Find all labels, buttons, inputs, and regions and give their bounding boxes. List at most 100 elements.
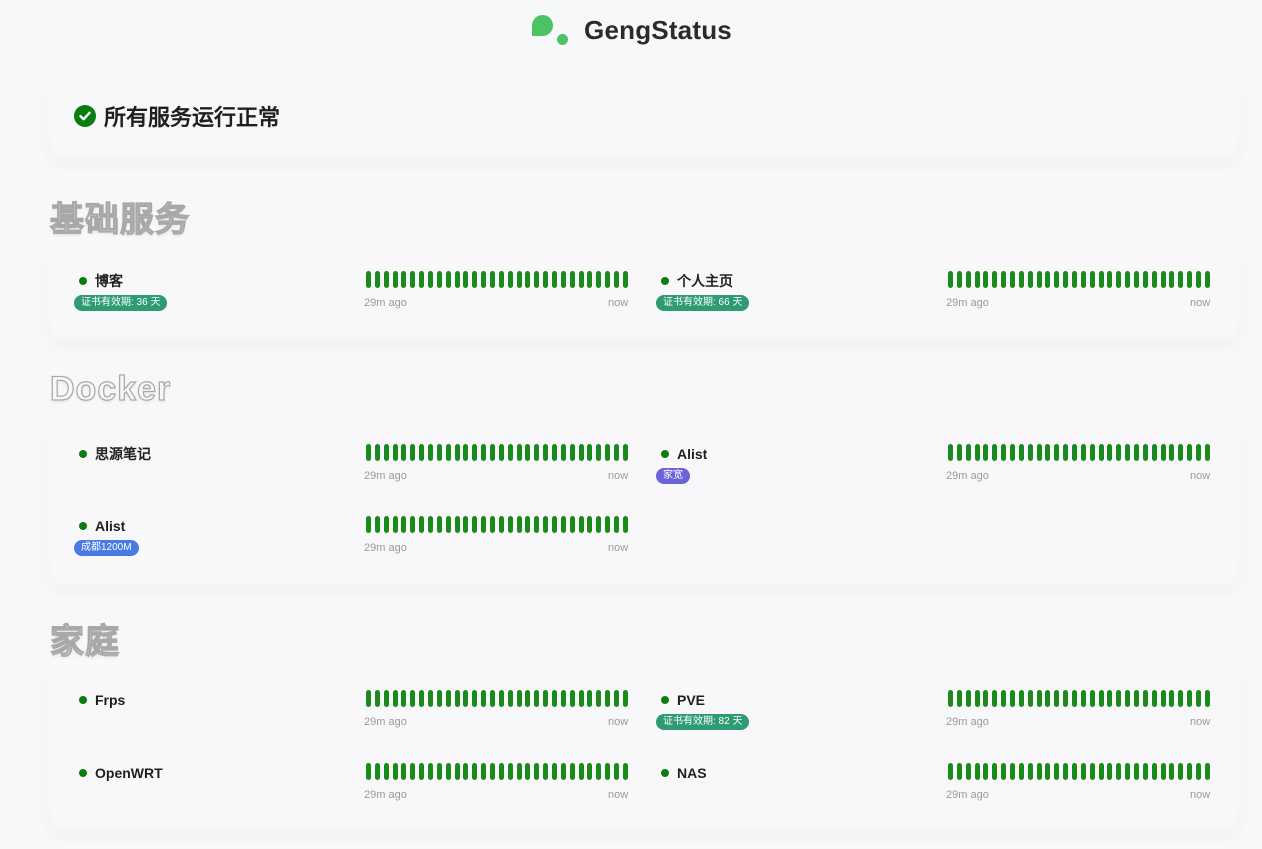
- heartbeat-beat: [1098, 444, 1104, 461]
- heartbeat-beat: [1072, 763, 1078, 780]
- heartbeat-beat: [419, 444, 425, 461]
- heartbeat-beat: [605, 690, 611, 707]
- header: GengStatus: [0, 0, 1262, 60]
- time-end: now: [608, 297, 629, 309]
- heartbeat-beat: [392, 516, 398, 533]
- heartbeat-beat: [374, 271, 380, 288]
- heartbeat-beat: [401, 763, 407, 780]
- heartbeat-beat: [1169, 444, 1175, 461]
- heartbeat-beat: [1204, 690, 1210, 707]
- heartbeat-beat: [596, 444, 602, 461]
- heartbeat-beat: [605, 271, 611, 288]
- heartbeat-beat: [956, 271, 962, 288]
- brand-title: GengStatus: [584, 14, 732, 45]
- heartbeat-beat: [992, 763, 998, 780]
- heartbeat-bar: [948, 271, 1210, 289]
- monitor-item[interactable]: Frps 29m ago now: [52, 690, 628, 750]
- heartbeat-beat: [401, 690, 407, 707]
- heartbeat-beat: [498, 690, 504, 707]
- heartbeat-beat: [436, 516, 442, 533]
- heartbeat-beat: [534, 271, 540, 288]
- heartbeat-beat: [366, 444, 371, 461]
- heartbeat-beat: [1063, 690, 1069, 707]
- monitor-item[interactable]: PVE 证书有效期: 82 天 29m ago now: [634, 690, 1210, 750]
- monitor-item[interactable]: Alist 家宽 29m ago now: [634, 444, 1210, 504]
- heartbeat-beat: [472, 763, 478, 780]
- status-dot-icon: [79, 277, 87, 285]
- heartbeat-beat: [965, 444, 971, 461]
- heartbeat-beat: [401, 444, 407, 461]
- heartbeat-beat: [1187, 271, 1193, 288]
- heartbeat-beat: [1018, 271, 1024, 288]
- heartbeat-beat: [445, 516, 451, 533]
- heartbeat-beat: [490, 271, 496, 288]
- heartbeat-beat: [401, 516, 407, 533]
- time-start: 29m ago: [364, 789, 407, 801]
- heartbeat-beat: [436, 763, 442, 780]
- heartbeat-beat: [983, 444, 989, 461]
- heartbeat-beat: [1142, 444, 1148, 461]
- monitor-tag: 证书有效期: 66 天: [656, 295, 750, 311]
- heartbeat-beat: [366, 690, 371, 707]
- heartbeat-beat: [410, 690, 416, 707]
- heartbeat-beat: [560, 271, 566, 288]
- heartbeat-beat: [516, 516, 522, 533]
- monitor-name: 博客: [95, 273, 123, 289]
- heartbeat-beat: [587, 444, 593, 461]
- time-end: now: [1190, 297, 1211, 309]
- heartbeat-beat: [516, 444, 522, 461]
- heartbeat-beat: [498, 271, 504, 288]
- heartbeat-bar: [948, 690, 1210, 708]
- time-start: 29m ago: [946, 470, 989, 482]
- heartbeat-beat: [974, 763, 980, 780]
- monitor-item[interactable]: 个人主页 证书有效期: 66 天 29m ago now: [634, 271, 1210, 331]
- heartbeat-beat: [622, 690, 628, 707]
- heartbeat-beat: [454, 271, 460, 288]
- heartbeat-beat: [392, 444, 398, 461]
- heartbeat-beat: [472, 444, 478, 461]
- heartbeat-beat: [1054, 444, 1060, 461]
- heartbeat-beat: [1089, 763, 1095, 780]
- status-dot-icon: [661, 450, 669, 458]
- heartbeat-beat: [490, 444, 496, 461]
- heartbeat-beat: [587, 516, 593, 533]
- heartbeat-beat: [490, 763, 496, 780]
- heartbeat-beat: [992, 444, 998, 461]
- heartbeat-beat: [569, 516, 575, 533]
- time-end: now: [608, 789, 629, 801]
- monitor-item[interactable]: NAS 29m ago now: [634, 763, 1210, 823]
- heartbeat-beat: [1045, 271, 1051, 288]
- heartbeat-beat: [374, 516, 380, 533]
- heartbeat-beat: [463, 516, 469, 533]
- heartbeat-beat: [481, 444, 487, 461]
- heartbeat-beat: [578, 690, 584, 707]
- monitor-item[interactable]: 思源笔记 29m ago now: [52, 444, 628, 504]
- heartbeat-beat: [1072, 271, 1078, 288]
- heartbeat-beat: [569, 444, 575, 461]
- time-end: now: [1190, 789, 1211, 801]
- heartbeat-beat: [983, 763, 989, 780]
- heartbeat-beat: [1160, 763, 1166, 780]
- heartbeat-beat: [543, 690, 549, 707]
- group-title: Docker: [49, 369, 172, 408]
- heartbeat-beat: [1196, 690, 1202, 707]
- monitor-item[interactable]: OpenWRT 29m ago now: [52, 763, 628, 823]
- heartbeat-beat: [1098, 690, 1104, 707]
- heartbeat-beat: [1036, 763, 1042, 780]
- monitor-item[interactable]: Alist 成都1200M 29m ago now: [52, 516, 628, 576]
- monitor-tag: 家宽: [656, 468, 690, 484]
- monitor-tag: 证书有效期: 36 天: [74, 295, 168, 311]
- time-end: now: [608, 470, 629, 482]
- time-start: 29m ago: [364, 297, 407, 309]
- heartbeat-beat: [1125, 690, 1131, 707]
- heartbeat-bar: [948, 763, 1210, 781]
- heartbeat-beat: [1063, 444, 1069, 461]
- heartbeat-beat: [1089, 690, 1095, 707]
- group-card: Frps 29m ago now PVE 证书有效期: 82 天 29m ago…: [52, 664, 1236, 828]
- heartbeat-beat: [1178, 271, 1184, 288]
- monitor-name: Alist: [95, 518, 126, 534]
- monitor-item[interactable]: 博客 证书有效期: 36 天 29m ago now: [52, 271, 628, 331]
- heartbeat-beat: [1116, 763, 1122, 780]
- heartbeat-beat: [569, 690, 575, 707]
- heartbeat-beat: [1116, 690, 1122, 707]
